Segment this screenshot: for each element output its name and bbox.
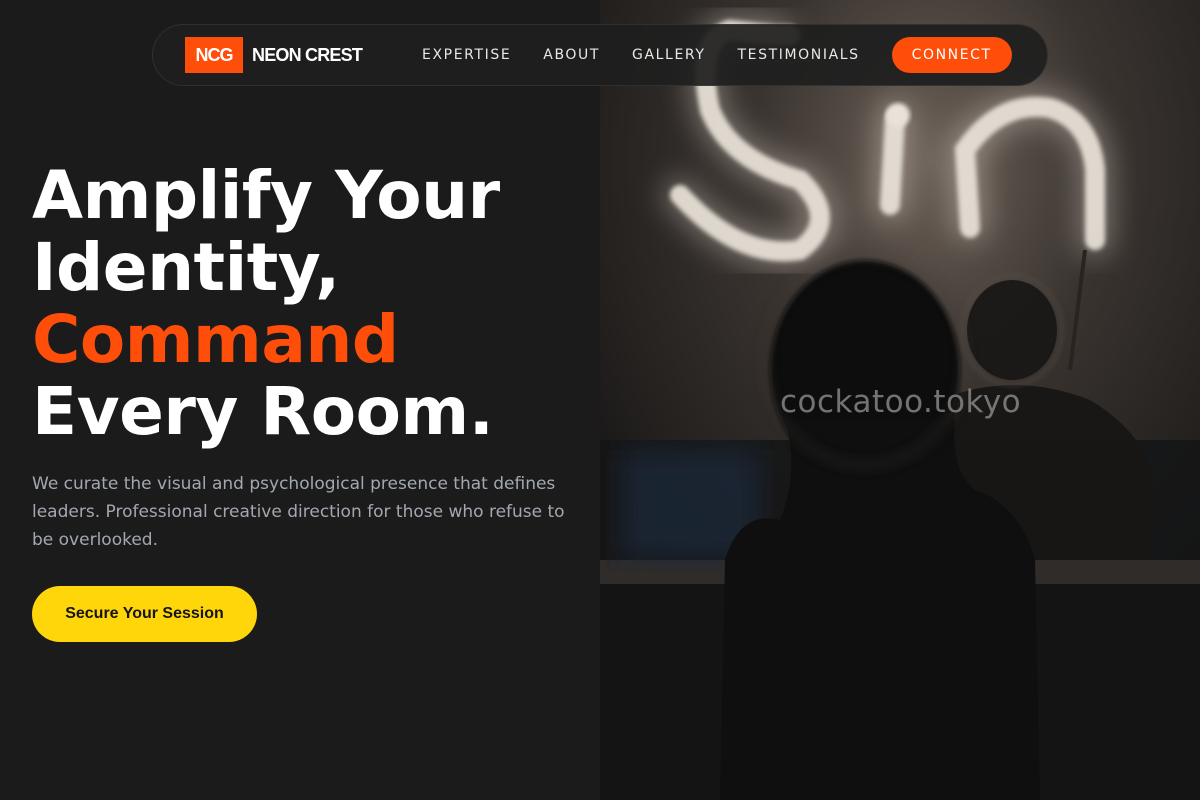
- nav-link-testimonials[interactable]: TESTIMONIALS: [738, 47, 860, 63]
- logo-badge[interactable]: NCG: [185, 37, 243, 73]
- hero-subtitle: We curate the visual and psychological p…: [32, 474, 565, 550]
- nav-links: EXPERTISE ABOUT GALLERY TESTIMONIALS: [422, 47, 892, 63]
- nav-link-about[interactable]: ABOUT: [543, 47, 600, 63]
- hero-title: Amplify Your Identity, Command Every Roo…: [32, 160, 500, 448]
- brand-name[interactable]: NEON CREST: [252, 45, 363, 66]
- hero-photo: cockatoo.tokyo: [600, 0, 1200, 800]
- secure-session-button[interactable]: Secure Your Session: [32, 586, 257, 642]
- navbar: NCG NEON CREST EXPERTISE ABOUT GALLERY T…: [152, 24, 1048, 86]
- hero-title-line-2: Identity,: [32, 229, 340, 306]
- nav-link-gallery[interactable]: GALLERY: [632, 47, 705, 63]
- hero-title-line-1: Amplify Your: [32, 157, 500, 234]
- connect-button[interactable]: CONNECT: [891, 37, 1012, 73]
- hero-title-accent: Command: [32, 301, 399, 378]
- hero-title-line-4: Every Room.: [32, 373, 494, 450]
- nav-link-expertise[interactable]: EXPERTISE: [422, 47, 511, 63]
- watermark-text: cockatoo.tokyo: [780, 384, 1022, 420]
